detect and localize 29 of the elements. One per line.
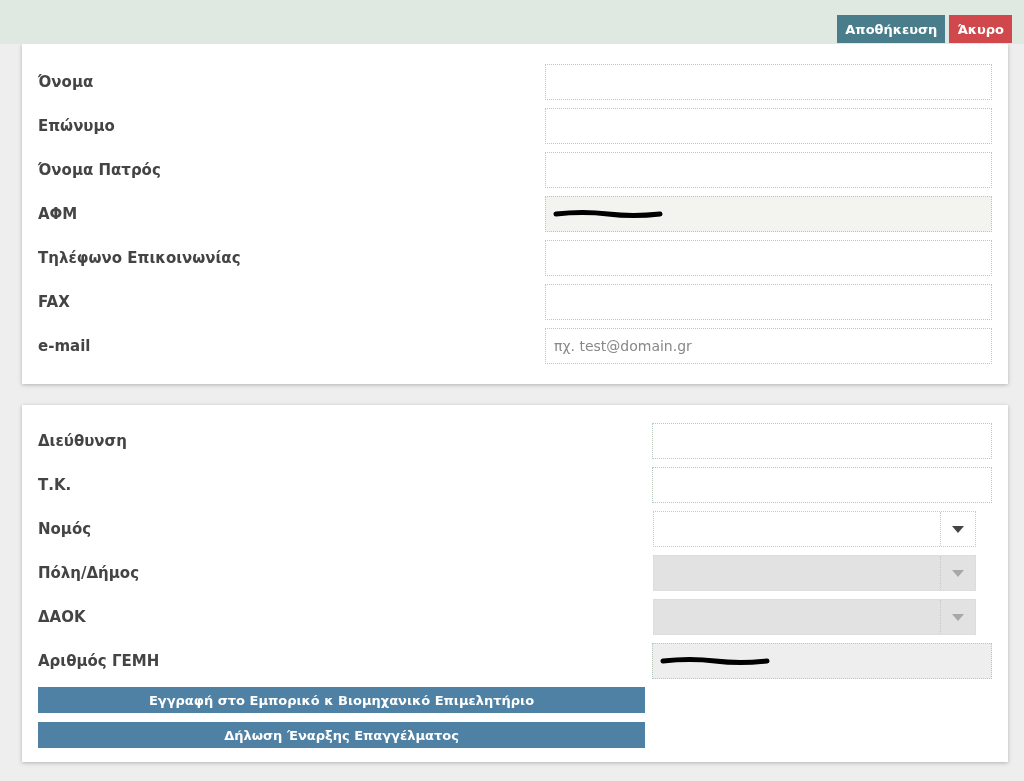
input-field[interactable] [545, 64, 992, 100]
input-field[interactable] [652, 467, 992, 503]
caret-icon [952, 613, 964, 621]
input-field[interactable] [545, 284, 992, 320]
cancel-button[interactable]: Άκυρο [949, 15, 1012, 43]
input-field[interactable] [545, 152, 992, 188]
field-label: Τηλέφωνο Επικοινωνίας [38, 249, 241, 267]
field-label: Όνομα Πατρός [38, 161, 161, 179]
field-label: Επώνυμο [38, 117, 115, 135]
input-field[interactable] [545, 240, 992, 276]
field-label: e-mail [38, 337, 91, 355]
field-label: Όνομα [38, 73, 94, 91]
action-button[interactable]: Εγγραφή στο Εμπορικό κ Βιομηχανικό Επιμελητήριο [38, 687, 645, 713]
input-field[interactable] [545, 108, 992, 144]
input-field[interactable] [652, 423, 992, 459]
save-button[interactable]: Αποθήκευση [837, 15, 946, 43]
field-label: Διεύθυνση [38, 432, 127, 450]
action-button[interactable]: Δήλωση Έναρξης Επαγγέλματος [38, 722, 645, 748]
field-label: FAX [38, 293, 70, 311]
field-label: ΑΦΜ [38, 205, 78, 223]
caret-icon [952, 525, 964, 533]
dropdown[interactable] [653, 511, 976, 547]
field-label: Πόλη/Δήμος [38, 564, 140, 582]
field-label: Αριθμός ΓΕΜΗ [38, 652, 160, 670]
field-label: Τ.Κ. [38, 476, 72, 494]
caret-icon [952, 569, 964, 577]
input-field[interactable]: πχ. test@domain.gr [545, 328, 992, 364]
field-label: ΔΑΟΚ [38, 608, 86, 626]
field-label: Νομός [38, 520, 92, 538]
